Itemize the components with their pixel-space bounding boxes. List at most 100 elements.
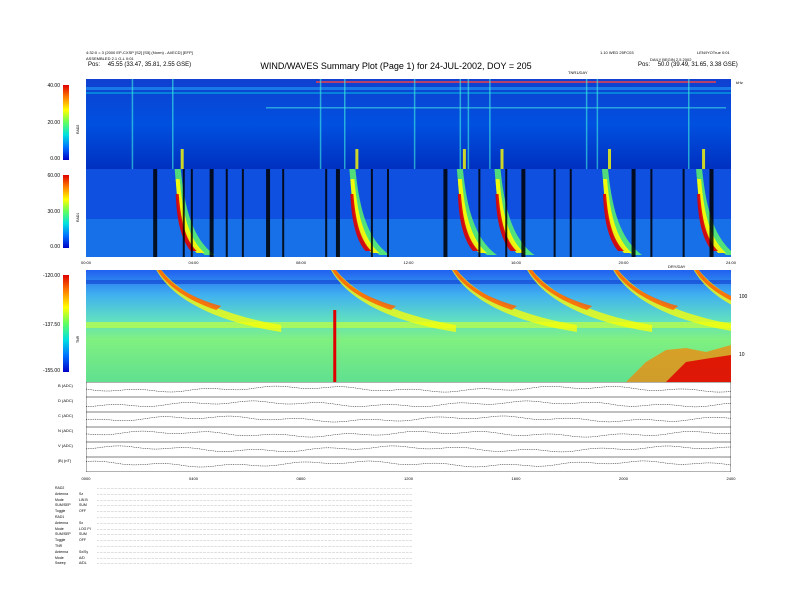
footer-key: Antenna: [55, 491, 69, 496]
footer-key: RAD2: [55, 486, 65, 490]
rad1-gap-8: [325, 169, 328, 257]
time-tick-0: 00:00: [80, 260, 92, 265]
footer-value: LIN B: [79, 497, 88, 502]
rad2-streak-3: [344, 79, 346, 169]
rad1-gap-15: [521, 169, 526, 257]
rad1-gap-12: [443, 169, 448, 257]
right-pos-value: 50.0 (39.49, 31.65, 3.38 GSE): [657, 62, 738, 68]
rad2-streak-5: [459, 79, 462, 169]
rad2-burst-0: [180, 149, 184, 169]
footer-value: LOG PI: [79, 526, 91, 531]
footer-row: Toggle OFF...............................…: [55, 509, 413, 513]
footer-value: A/DL: [79, 561, 87, 566]
time-tick-5: 20:00: [618, 260, 629, 265]
footer-dots: ........................................…: [97, 515, 413, 519]
footer-key: Mode: [55, 555, 64, 560]
footer-value: SUM: [79, 503, 87, 508]
rad1-gap-11: [387, 169, 389, 257]
footer-key: SUM/SEP: [55, 503, 71, 508]
footer-dots: ........................................…: [97, 497, 413, 502]
footer-value: OFF: [79, 509, 86, 514]
footer-row: Toggle OFF...............................…: [55, 538, 413, 542]
footer-key: SUM/SEP: [55, 532, 71, 537]
rad1-gap-6: [266, 169, 271, 257]
tnr-spike-red: [333, 310, 337, 382]
footer-value: Sx: [79, 520, 84, 525]
bottom-tick-2: 0800: [296, 476, 306, 481]
bottom-tick-1: 0400: [189, 476, 198, 481]
rad2-label: RAD2: [76, 124, 80, 134]
rad1-gap-9: [335, 169, 340, 257]
footer-dots: ........................................…: [97, 555, 413, 560]
footer-row: Antenna Sx...............................…: [55, 521, 413, 525]
rad2-streak-0: [131, 79, 134, 169]
rad1-gap-19: [650, 169, 653, 257]
tnr-dark-band: [86, 280, 731, 284]
footer-row: Antenna Sx/Sy............................…: [55, 550, 413, 554]
footer-key: Toggle: [55, 538, 66, 543]
rad1-gap-1: [182, 169, 185, 257]
rad2-burst-3: [500, 149, 504, 169]
rad2-band-red: [316, 81, 716, 83]
rad1-gap-21: [709, 169, 714, 257]
footer-dots: ........................................…: [97, 486, 413, 490]
rad2-band-3: [266, 107, 726, 109]
units-right: kHz: [736, 80, 743, 85]
footer-key: Mode: [55, 526, 64, 531]
tnr-tick-top: -120.00: [43, 273, 60, 279]
rad2-streak-7: [489, 79, 491, 169]
rad1-colorbar: [63, 175, 69, 248]
header-right1: 1.10 WED 25FC03: [600, 50, 634, 55]
rad2-tick-bot: 0.00: [50, 156, 60, 162]
rad1-tick-bot: 0.00: [50, 244, 60, 250]
r1-marker: TNR1/DAY: [568, 70, 588, 75]
tnr-label: TNR: [76, 335, 80, 343]
footer-row: Mode A/D.................................…: [55, 556, 413, 560]
rad2-band-2: [86, 92, 731, 94]
tnr-tick-mid: -137.50: [43, 322, 60, 328]
rad2-band-1: [86, 87, 731, 90]
bottom-tick-4: 1600: [511, 476, 521, 481]
right-pos: Pos: 50.0 (39.49, 31.65, 3.38 GSE): [638, 62, 738, 68]
rad1-gap-0: [153, 169, 158, 257]
tnr-marker: DRY/DAY: [668, 264, 686, 269]
footer-row: SUM/SEP SUM..............................…: [55, 532, 413, 536]
rad1-gap-2: [190, 169, 193, 257]
rad2-streak-9: [596, 79, 599, 169]
rad1-tick-mid: 30.00: [47, 209, 60, 215]
tnr-right-tick-100: 100: [739, 294, 748, 300]
rad1-gap-17: [569, 169, 572, 257]
bottom-tick-0: 0000: [81, 476, 91, 481]
footer-dots: ........................................…: [97, 561, 413, 566]
time-tick-1: 04:00: [188, 260, 199, 265]
footer-key: Antenna: [55, 520, 69, 525]
aux-label-3: N (ADC): [58, 428, 74, 433]
header-line1: 4:32:0 = 3 (2000 EP-CXSP [S2] [S5] (Norm…: [86, 50, 193, 55]
tnr-colorbar: [63, 275, 69, 372]
footer-key: Sweep: [55, 561, 66, 566]
rad1-gap-3: [209, 169, 214, 257]
rad1-gap-7: [282, 169, 285, 257]
footer-value: OFF: [79, 538, 86, 543]
aux-label-2: C (ADC): [58, 413, 74, 418]
footer-key: TNR: [55, 544, 63, 548]
time-tick-4: 16:00: [510, 260, 522, 265]
rad1-gap-14: [505, 169, 508, 257]
footer-dots: ........................................…: [97, 509, 413, 514]
time-tick-2: 08:00: [295, 260, 307, 265]
bottom-tick-6: 2400: [726, 476, 736, 481]
footer-row: Mode LOG PI..............................…: [55, 527, 413, 531]
rad1-gap-5: [241, 169, 244, 257]
footer-row: SUM/SEP SUM..............................…: [55, 503, 413, 507]
footer-row: TNR.....................................…: [55, 544, 413, 548]
aux-label-4: V (ADC): [58, 443, 73, 448]
footer-dots: ........................................…: [97, 549, 413, 554]
aux-panels: [86, 382, 731, 472]
footer-row: RAD1....................................…: [55, 515, 413, 519]
rad2-streak-10: [688, 79, 690, 169]
bottom-tick-3: 1200: [404, 476, 413, 481]
rad2-spectrogram: [86, 79, 731, 169]
tnr-tick-bot: -155.00: [43, 368, 60, 374]
footer-value: Sz: [79, 491, 84, 496]
footer-row: Sweep A/DL...............................…: [55, 561, 413, 565]
